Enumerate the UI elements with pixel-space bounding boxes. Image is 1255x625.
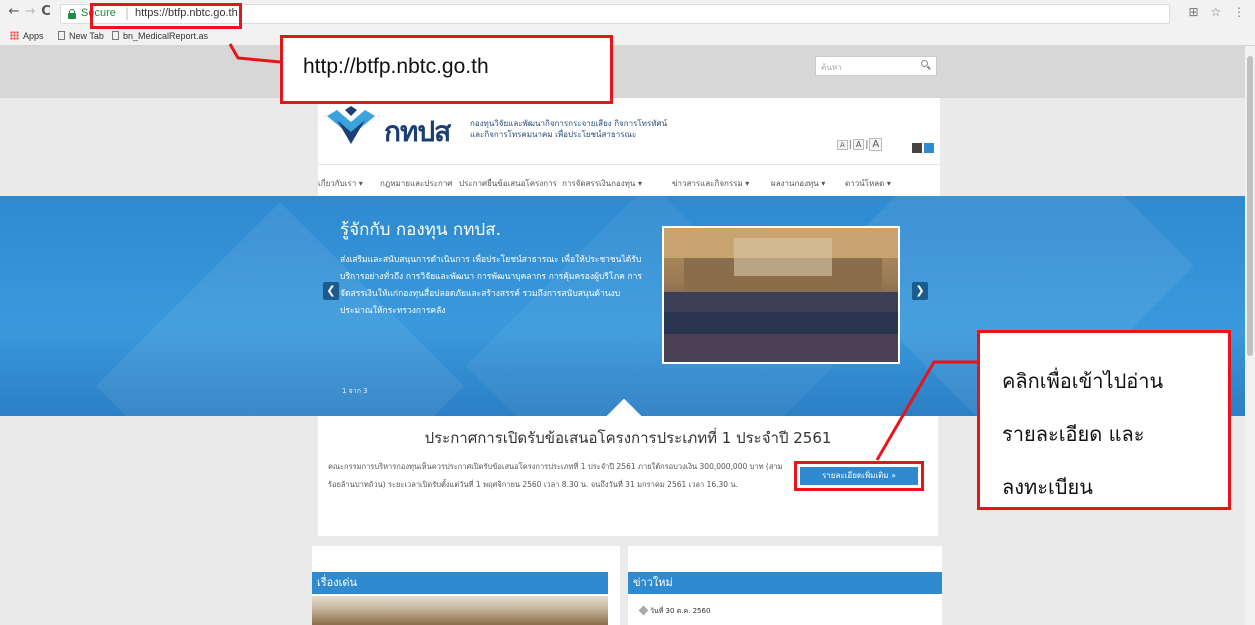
- url-highlight-box: [90, 3, 242, 29]
- more-details-button[interactable]: รายละเอียดเพิ่มเติม »: [800, 467, 918, 485]
- nav-download[interactable]: ดาวน์โหลด ▾: [845, 177, 891, 190]
- toolbar-icons: ⊞ ☆ ⋮: [1181, 5, 1245, 19]
- nav-allocation[interactable]: การจัดสรรเงินกองทุน ▾: [562, 177, 642, 190]
- logo-text[interactable]: กทปส: [384, 110, 451, 154]
- hero-group-photo: [662, 226, 900, 364]
- bookmarks-bar: Apps New Tab bn_MedicalReport.as: [0, 28, 1255, 46]
- apps-icon: [10, 31, 19, 40]
- nav-news-activity[interactable]: ข่าวสารและกิจกรรม ▾: [672, 177, 749, 190]
- hero-title: รู้จักกับ กองทุน กทปส.: [340, 220, 501, 240]
- dark-theme-icon[interactable]: [912, 143, 922, 153]
- nav-about[interactable]: เกี่ยวกับเรา ▾: [318, 177, 363, 190]
- news-section: ข่าวใหม่ วันที่ 30 ต.ค. 2560: [628, 546, 942, 625]
- read-more-callout: คลิกเพื่อเข้าไปอ่าน รายละเอียด และ ลงทะเ…: [977, 330, 1231, 510]
- nav-results[interactable]: ผลงานกองทุน ▾: [771, 177, 825, 190]
- forward-icon[interactable]: →: [22, 4, 38, 20]
- page-scrollbar[interactable]: [1245, 46, 1255, 625]
- site-header: กทปส กองทุนวิจัยและพัฒนากิจการกระจายเสีย…: [318, 98, 940, 196]
- announcement-card: ประกาศการเปิดรับข้อเสนอโครงการประเภทที่ …: [318, 416, 938, 536]
- menu-icon[interactable]: ⋮: [1233, 5, 1245, 19]
- nav-proposal[interactable]: ประกาศยื่นข้อเสนอโครงการ: [459, 177, 557, 190]
- translate-icon[interactable]: ⊞: [1189, 5, 1199, 19]
- news-heading: ข่าวใหม่: [628, 572, 942, 594]
- back-icon[interactable]: ←: [6, 4, 22, 20]
- tagline: กองทุนวิจัยและพัฒนากิจการกระจายเสียง กิจ…: [470, 119, 668, 139]
- top-strip: ค้นหา: [0, 46, 1245, 98]
- bookmark-apps[interactable]: Apps: [10, 31, 44, 41]
- featured-image[interactable]: [312, 596, 608, 625]
- announcement-title: ประกาศการเปิดรับข้อเสนอโครงการประเภทที่ …: [424, 429, 832, 447]
- reload-icon[interactable]: C: [38, 4, 54, 20]
- scrollbar-thumb[interactable]: [1247, 56, 1253, 356]
- font-small-button[interactable]: A: [837, 140, 848, 150]
- blue-theme-icon[interactable]: [924, 143, 934, 153]
- news-date[interactable]: วันที่ 30 ต.ค. 2560: [650, 606, 710, 617]
- url-callout: http://btfp.nbtc.go.th: [280, 35, 613, 104]
- nav-law[interactable]: กฎหมายและประกาศ: [380, 177, 452, 190]
- star-icon[interactable]: ☆: [1210, 5, 1221, 19]
- announcement-body: คณะกรรมการบริหารกองทุนเห็นควรประกาศเปิดร…: [328, 462, 783, 489]
- more-details-highlight: รายละเอียดเพิ่มเติม »: [794, 461, 924, 491]
- font-large-button[interactable]: A: [869, 138, 883, 151]
- bookmark-new-tab[interactable]: New Tab: [58, 31, 104, 41]
- main-nav: เกี่ยวกับเรา ▾ กฎหมายและประกาศ ประกาศยื่…: [318, 164, 940, 196]
- search-icon[interactable]: [921, 60, 931, 70]
- hero-prev-button[interactable]: ❮: [323, 282, 339, 300]
- logo-icon[interactable]: [323, 106, 379, 146]
- bookmark-medical-report[interactable]: bn_MedicalReport.as: [112, 31, 208, 41]
- hero-description: ส่งเสริมและสนับสนุนการดำเนินการ เพื่อประ…: [340, 255, 642, 316]
- slide-counter: 1 จาก 3: [342, 387, 368, 395]
- font-medium-button[interactable]: A: [852, 139, 865, 150]
- page-icon: [58, 31, 65, 40]
- featured-section: เรื่องเด่น: [312, 546, 620, 625]
- search-input[interactable]: ค้นหา: [815, 56, 937, 76]
- font-size-control: A | A | A: [836, 138, 883, 151]
- diamond-bullet-icon: [638, 605, 649, 616]
- view-toggle: [910, 138, 934, 157]
- screenshot-root: ← → C Secure | https://btfp.nbtc.go.th ⊞…: [0, 0, 1255, 625]
- hero-next-button[interactable]: ❯: [912, 282, 928, 300]
- lock-icon: [68, 9, 76, 19]
- featured-heading: เรื่องเด่น: [312, 572, 608, 594]
- page-icon: [112, 31, 119, 40]
